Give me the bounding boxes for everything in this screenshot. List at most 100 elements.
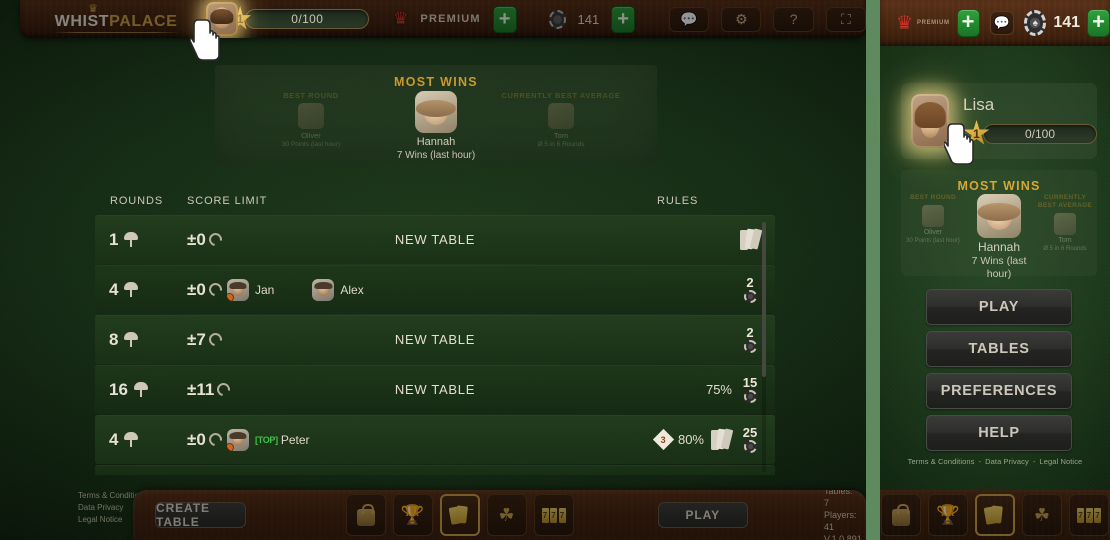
- tab-tables[interactable]: [975, 494, 1015, 536]
- menu-legal-links: Terms & Conditions - Data Privacy - Legal No…: [880, 457, 1110, 466]
- score-limit-cell: ±0: [187, 429, 225, 450]
- fullscreen-button[interactable]: ⛶: [825, 6, 866, 32]
- profile-card[interactable]: Lisa 1 0/100: [901, 83, 1097, 159]
- player-chip[interactable]: Alex: [312, 278, 364, 301]
- create-table-button[interactable]: CREATE TABLE: [155, 501, 246, 529]
- best-average-name: Tom: [1058, 237, 1072, 244]
- score-limit-value: ±0: [187, 429, 206, 449]
- player-chip[interactable]: Jan: [227, 278, 274, 301]
- user-avatar[interactable]: [206, 2, 238, 36]
- slot-machine-icon: 777: [1077, 507, 1101, 523]
- best-round-label: BEST ROUND: [283, 91, 339, 100]
- tab-slots[interactable]: 777: [533, 494, 574, 536]
- chat-button[interactable]: 💬: [989, 11, 1015, 35]
- table-status: NEW TABLE: [394, 332, 476, 347]
- rules-cell: 2: [739, 315, 761, 364]
- tab-slots[interactable]: 777: [1069, 494, 1109, 536]
- best-average-detail: Ø 5 in 6 Rounds: [1043, 246, 1087, 252]
- rounds-value: 4: [109, 279, 119, 299]
- stake-value: 15: [742, 375, 758, 390]
- tab-tables[interactable]: [439, 494, 480, 536]
- win-percent: 80%: [677, 432, 704, 447]
- shop-bag-icon: [356, 504, 376, 526]
- online-dot-icon: [227, 442, 234, 451]
- profile-name: Lisa: [963, 95, 995, 114]
- rules-cell: [740, 215, 763, 264]
- server-stats: Tables: 7 Players: 41 V.1.0.891: [824, 490, 866, 540]
- chip-icon: [743, 290, 757, 303]
- player-avatar: [227, 278, 249, 301]
- table-row[interactable]: 4 ±0 [TOP] Peter 3 80% 25: [95, 415, 775, 464]
- top-badge: [TOP]: [255, 434, 278, 445]
- online-dot-icon: [227, 292, 234, 301]
- rules-cell: 3 80% 25: [652, 415, 761, 464]
- player-avatar: [312, 278, 335, 301]
- cards-icon: [448, 504, 470, 526]
- stake-cell: 2: [739, 326, 761, 353]
- privacy-link[interactable]: Data Privacy: [985, 457, 1029, 466]
- chip-add-button[interactable]: +: [1087, 9, 1110, 37]
- diamond-value: 3: [660, 434, 666, 445]
- scrollbar-thumb[interactable]: [762, 222, 766, 377]
- chip-add-button[interactable]: +: [611, 5, 635, 33]
- chip-icon: [743, 390, 757, 403]
- app-root: ♛ WHISTPALACE 1 0/100 ♛ PREMIUM + 141 + …: [0, 0, 1110, 540]
- profile-avatar[interactable]: [911, 94, 949, 148]
- menu-item-preferences[interactable]: PREFERENCES: [926, 373, 1072, 409]
- tab-shop[interactable]: [345, 494, 386, 536]
- settings-button[interactable]: ⚙: [721, 6, 762, 32]
- premium-add-button[interactable]: +: [492, 5, 517, 33]
- chip-icon: [743, 340, 757, 353]
- chat-icon: 💬: [680, 10, 698, 27]
- column-rules: RULES: [657, 195, 699, 207]
- most-wins-top-entry[interactable]: Hannah 7 Wins (last hour): [964, 194, 1034, 281]
- table-row[interactable]: [95, 465, 775, 475]
- most-wins-top-entry[interactable]: Hannah 7 Wins (last hour): [371, 91, 501, 162]
- terms-link[interactable]: Terms & Conditions: [908, 457, 975, 466]
- play-button[interactable]: PLAY: [657, 502, 748, 528]
- table-row[interactable]: 16 ±11 NEW TABLE 75% 15: [95, 365, 775, 414]
- best-round-name: Oliver: [923, 229, 943, 236]
- best-average-detail: Ø 5 in 6 Rounds: [537, 141, 585, 148]
- best-average-entry[interactable]: CURRENTLY BEST AVERAGE Tom Ø 5 in 6 Roun…: [501, 91, 621, 149]
- menu-item-play[interactable]: PLAY: [926, 289, 1072, 325]
- tables-value: 7: [824, 498, 830, 508]
- table-list-scrollbar[interactable]: [762, 222, 766, 472]
- cards-icon: [983, 504, 1005, 526]
- premium-crown-icon: ♛: [393, 9, 409, 28]
- tables-label: Tables:: [824, 490, 853, 496]
- tab-shop[interactable]: [881, 494, 921, 536]
- level-value: 1: [973, 126, 980, 141]
- clover-icon: ☘: [498, 505, 515, 525]
- tab-bonus[interactable]: ☘: [1022, 494, 1062, 536]
- menu-item-help[interactable]: HELP: [926, 415, 1072, 451]
- tab-bonus[interactable]: ☘: [486, 494, 527, 536]
- help-button[interactable]: ?: [773, 6, 814, 32]
- player-chip[interactable]: [TOP] Peter: [227, 428, 310, 451]
- best-round-entry[interactable]: BEST ROUND Oliver 30 Points (last hour): [902, 194, 964, 281]
- table-list[interactable]: 1 ±0 NEW TABLE 4 ±0 Jan Alex 2 8 ±7 NEW …: [95, 215, 775, 475]
- tab-tournaments[interactable]: 🏆: [392, 494, 433, 536]
- chat-button[interactable]: 💬: [668, 6, 710, 32]
- seated-players: Jan Alex: [227, 278, 402, 301]
- menu-item-tables[interactable]: TABLES: [926, 331, 1072, 367]
- chat-icon: 💬: [993, 15, 1010, 30]
- app-logo[interactable]: ♛ WHISTPALACE: [52, 4, 180, 33]
- best-round-label: BEST ROUND: [910, 194, 956, 201]
- menu-top-bar: ♛ PREMIUM + 💬 ♠ 141 +: [880, 0, 1110, 46]
- menu-button-list: PLAY TABLES PREFERENCES HELP: [926, 289, 1072, 457]
- legal-notice-link[interactable]: Legal Notice: [1039, 457, 1082, 466]
- tab-tournaments[interactable]: 🏆: [928, 494, 968, 536]
- cards-icon: [711, 427, 734, 451]
- chip-icon: [743, 440, 757, 453]
- best-average-entry[interactable]: CURRENTLY BEST AVERAGE Tom Ø 5 in 6 Roun…: [1034, 194, 1096, 281]
- premium-add-button[interactable]: +: [956, 9, 980, 37]
- table-row[interactable]: 4 ±0 Jan Alex 2: [95, 265, 775, 314]
- table-row[interactable]: 1 ±0 NEW TABLE: [95, 215, 775, 264]
- most-wins-panel: MOST WINS BEST ROUND Oliver 30 Points (l…: [215, 65, 657, 165]
- most-wins-avatar: [977, 194, 1021, 238]
- menu-bottombar-dim-overlay: [880, 490, 1110, 540]
- avatar-face: [913, 96, 947, 146]
- best-round-entry[interactable]: BEST ROUND Oliver 30 Points (last hour): [251, 91, 371, 149]
- table-row[interactable]: 8 ±7 NEW TABLE 2: [95, 315, 775, 364]
